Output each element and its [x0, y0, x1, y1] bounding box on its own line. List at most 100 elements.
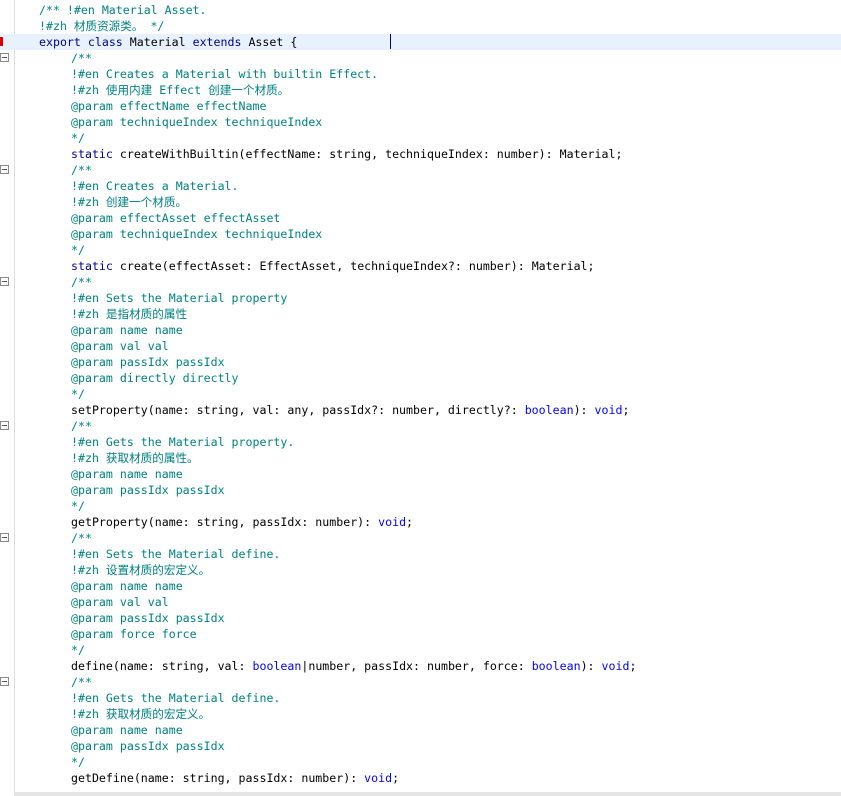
code-line[interactable]: /**	[0, 50, 841, 66]
code-line[interactable]: setProperty(name: string, val: any, pass…	[0, 402, 841, 418]
code-line[interactable]: @param effectName effectName	[0, 98, 841, 114]
code-token: @param force force	[71, 627, 197, 641]
code-line-content: static create(effectAsset: EffectAsset, …	[71, 258, 595, 274]
fold-toggle-icon[interactable]	[0, 533, 9, 542]
code-lines: /** !#en Material Asset. !#zh 材质资源类。 */ex…	[0, 2, 841, 786]
code-token: !#en Sets the Material define.	[71, 547, 281, 561]
fold-toggle-icon[interactable]	[0, 677, 9, 686]
code-line[interactable]: !#zh 设置材质的宏定义。	[0, 562, 841, 578]
code-line-content: */	[71, 754, 85, 770]
code-line[interactable]: /**	[0, 674, 841, 690]
code-line[interactable]: */	[0, 242, 841, 258]
code-line[interactable]: !#en Creates a Material.	[0, 178, 841, 194]
code-line[interactable]: /**	[0, 162, 841, 178]
code-line[interactable]: @param techniqueIndex techniqueIndex	[0, 226, 841, 242]
code-line[interactable]: */	[0, 386, 841, 402]
code-token: class	[87, 35, 123, 49]
code-editor[interactable]: /** !#en Material Asset. !#zh 材质资源类。 */ex…	[0, 0, 841, 796]
code-line[interactable]: /** !#en Material Asset.	[0, 2, 841, 18]
horizontal-scrollbar[interactable]	[14, 792, 841, 796]
code-line[interactable]: getDefine(name: string, passIdx: number)…	[0, 770, 841, 786]
code-token: /**	[71, 51, 92, 65]
code-line-content: */	[71, 498, 85, 514]
code-line[interactable]: !#en Gets the Material define.	[0, 690, 841, 706]
fold-toggle-icon[interactable]	[0, 277, 9, 286]
code-token: @param passIdx passIdx	[71, 739, 225, 753]
code-line[interactable]: !#zh 获取材质的宏定义。	[0, 706, 841, 722]
code-token: /**	[71, 275, 92, 289]
code-line[interactable]: !#en Sets the Material define.	[0, 546, 841, 562]
code-token: boolean	[252, 659, 302, 673]
code-token: !#en Gets the Material property.	[71, 435, 295, 449]
code-line[interactable]: @param name name	[0, 722, 841, 738]
code-token: */	[71, 499, 85, 513]
code-token: Material	[122, 35, 193, 49]
fold-toggle-icon[interactable]	[0, 53, 9, 62]
code-line-content: !#zh 材质资源类。 */	[39, 18, 164, 34]
code-line[interactable]: !#zh 创建一个材质。	[0, 194, 841, 210]
code-line[interactable]: @param passIdx passIdx	[0, 610, 841, 626]
code-line[interactable]: @param val val	[0, 594, 841, 610]
fold-toggle-icon[interactable]	[0, 165, 9, 174]
code-line[interactable]: /**	[0, 274, 841, 290]
code-line[interactable]: @param name name	[0, 322, 841, 338]
code-line-content: @param name name	[71, 466, 183, 482]
code-line[interactable]: !#zh 是指材质的属性	[0, 306, 841, 322]
code-token: static	[71, 147, 113, 161]
code-token: !#en Sets the Material property	[71, 291, 288, 305]
code-line[interactable]: @param techniqueIndex techniqueIndex	[0, 114, 841, 130]
code-token: !#en Creates a Material with builtin Eff…	[71, 67, 379, 81]
code-token: getDefine(name: string, passIdx: number)…	[71, 771, 365, 785]
code-line[interactable]: !#en Sets the Material property	[0, 290, 841, 306]
code-line[interactable]: @param passIdx passIdx	[0, 482, 841, 498]
code-line-content: /**	[71, 530, 92, 546]
code-line[interactable]: !#zh 使用内建 Effect 创建一个材质。	[0, 82, 841, 98]
code-token: boolean	[531, 659, 581, 673]
code-token: @param name name	[71, 723, 183, 737]
code-token: /**	[71, 419, 92, 433]
code-token: !#zh 设置材质的宏定义。	[71, 563, 211, 577]
code-line[interactable]: @param directly directly	[0, 370, 841, 386]
code-line[interactable]: @param force force	[0, 626, 841, 642]
code-line-content: */	[71, 642, 85, 658]
code-line-content: @param passIdx passIdx	[71, 354, 225, 370]
code-line[interactable]: */	[0, 498, 841, 514]
code-token: |number, passIdx: number, force:	[301, 659, 532, 673]
code-token: /**	[71, 675, 92, 689]
text-caret	[390, 34, 391, 49]
code-token: ;	[392, 771, 400, 785]
code-line[interactable]: export class Material extends Asset {	[0, 34, 841, 50]
code-line[interactable]: !#zh 材质资源类。 */	[0, 18, 841, 34]
code-line[interactable]: static create(effectAsset: EffectAsset, …	[0, 258, 841, 274]
code-line[interactable]: @param name name	[0, 578, 841, 594]
code-line[interactable]: */	[0, 642, 841, 658]
code-token: !#en Creates a Material.	[71, 179, 239, 193]
code-line[interactable]: @param name name	[0, 466, 841, 482]
code-line[interactable]: getProperty(name: string, passIdx: numbe…	[0, 514, 841, 530]
code-line-content: getProperty(name: string, passIdx: numbe…	[71, 514, 413, 530]
code-line-content: @param passIdx passIdx	[71, 738, 225, 754]
code-line-content: @param effectName effectName	[71, 98, 266, 114]
code-line[interactable]: */	[0, 130, 841, 146]
code-line[interactable]: /**	[0, 530, 841, 546]
code-line[interactable]: @param passIdx passIdx	[0, 354, 841, 370]
fold-toggle-icon[interactable]	[0, 421, 9, 430]
code-line[interactable]: define(name: string, val: boolean|number…	[0, 658, 841, 674]
code-line[interactable]: @param passIdx passIdx	[0, 738, 841, 754]
code-token: !#zh 是指材质的属性	[71, 307, 188, 321]
code-line[interactable]: */	[0, 754, 841, 770]
code-line-content: @param directly directly	[71, 370, 239, 386]
code-line-content: @param name name	[71, 322, 183, 338]
code-line[interactable]: @param effectAsset effectAsset	[0, 210, 841, 226]
code-line-content: !#en Creates a Material.	[71, 178, 239, 194]
code-token: ;	[406, 515, 414, 529]
code-line[interactable]: !#en Creates a Material with builtin Eff…	[0, 66, 841, 82]
code-line[interactable]: static createWithBuiltin(effectName: str…	[0, 146, 841, 162]
code-line-content: !#zh 设置材质的宏定义。	[71, 562, 210, 578]
code-line[interactable]: !#en Gets the Material property.	[0, 434, 841, 450]
code-line[interactable]: @param val val	[0, 338, 841, 354]
code-token: */	[71, 243, 85, 257]
code-line[interactable]: /**	[0, 418, 841, 434]
code-line[interactable]: !#zh 获取材质的属性。	[0, 450, 841, 466]
code-token: !#zh 获取材质的属性。	[71, 451, 199, 465]
